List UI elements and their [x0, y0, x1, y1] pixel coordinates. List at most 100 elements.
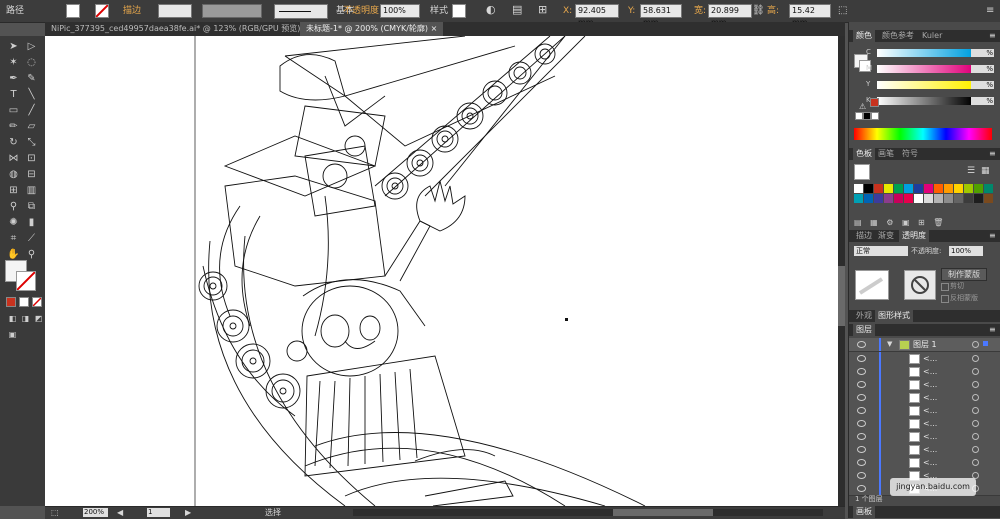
swatch-chip[interactable] — [884, 194, 893, 203]
target-circle-icon[interactable] — [972, 355, 979, 362]
close-icon[interactable]: × — [431, 24, 438, 33]
layer-row-parent[interactable]: ▼ 图层 1 — [849, 338, 1000, 352]
white-color-chip[interactable] — [871, 112, 879, 120]
sublayer-name[interactable]: <... — [923, 365, 937, 378]
width-field[interactable]: 20.899 mm — [708, 4, 752, 27]
sublayer-row[interactable]: <... — [849, 430, 1000, 444]
swatch-chip[interactable] — [924, 184, 933, 193]
blend-tool-icon[interactable]: ⧉ — [25, 200, 38, 213]
symbol-sprayer-tool-icon[interactable]: ✺ — [7, 216, 20, 229]
x-field[interactable]: 92.405 mm — [575, 4, 619, 27]
tab-color-guide[interactable]: 颜色参考 — [879, 30, 917, 42]
gradient-mode-button[interactable] — [19, 297, 29, 307]
scrollbar-thumb[interactable] — [613, 509, 713, 516]
target-circle-icon[interactable] — [972, 341, 979, 348]
disclosure-triangle-icon[interactable]: ▼ — [887, 338, 892, 351]
artboard-number-field[interactable]: 1 — [147, 508, 170, 517]
new-color-group-icon[interactable]: ▣ — [902, 218, 910, 227]
black-color-chip[interactable] — [863, 112, 871, 120]
visibility-eye-icon[interactable] — [857, 341, 866, 348]
panel-menu-icon[interactable]: ≡ — [989, 231, 996, 240]
swatch-chip[interactable] — [974, 184, 983, 193]
panel-menu-icon[interactable]: ≡ — [989, 325, 996, 334]
fill-swatch[interactable] — [66, 4, 80, 18]
lasso-tool-icon[interactable]: ◌ — [25, 56, 38, 69]
swatch-chip[interactable] — [874, 184, 883, 193]
zoom-field[interactable]: 200% — [83, 508, 108, 517]
screen-mode-icon[interactable]: ▣ — [6, 328, 19, 341]
slice-tool-icon[interactable]: ⟋ — [25, 232, 38, 245]
stroke-swatch[interactable] — [95, 4, 109, 18]
transform-icon[interactable]: ⬚ — [838, 4, 847, 18]
tab-layers[interactable]: 图层 — [853, 324, 875, 336]
clip-checkbox[interactable] — [941, 283, 949, 291]
pen-tool-icon[interactable]: ✒ — [7, 72, 20, 85]
tab-transparency[interactable]: 透明度 — [899, 230, 929, 242]
sublayer-row[interactable]: <... — [849, 404, 1000, 418]
cyan-field[interactable]: % — [971, 49, 994, 57]
color-mode-button[interactable] — [6, 297, 16, 307]
stroke-label[interactable]: 描边 — [123, 4, 141, 18]
sublayer-name[interactable]: <... — [923, 443, 937, 456]
scale-tool-icon[interactable]: ⤡ — [25, 136, 38, 149]
out-of-gamut-icon[interactable]: ⚠ — [859, 102, 866, 111]
swatch-chip[interactable] — [974, 194, 983, 203]
new-swatch-icon[interactable]: ⊞ — [918, 218, 925, 227]
scrollbar-thumb[interactable] — [838, 266, 845, 326]
type-tool-icon[interactable]: T — [7, 88, 20, 101]
visibility-eye-icon[interactable] — [857, 394, 866, 401]
target-circle-icon[interactable] — [972, 420, 979, 427]
artboard[interactable] — [45, 36, 838, 506]
swatch-chip[interactable] — [914, 194, 923, 203]
stroke-color-box[interactable] — [16, 271, 36, 291]
swatch-chip[interactable] — [924, 194, 933, 203]
invert-mask-checkbox[interactable] — [941, 295, 949, 303]
canvas-pasteboard[interactable] — [45, 36, 845, 506]
free-transform-tool-icon[interactable]: ⊡ — [25, 152, 38, 165]
align-icon[interactable]: ▤ — [512, 3, 522, 17]
visibility-eye-icon[interactable] — [857, 407, 866, 414]
tab-gradient[interactable]: 渐变 — [875, 230, 897, 242]
sublayer-name[interactable]: <... — [923, 378, 937, 391]
swatch-chip[interactable] — [874, 194, 883, 203]
target-circle-icon[interactable] — [972, 407, 979, 414]
none-mode-button[interactable] — [32, 297, 42, 307]
swatch-chip[interactable] — [884, 184, 893, 193]
pencil-tool-icon[interactable]: ✏ — [7, 120, 20, 133]
swatch-library-icon[interactable]: ▤ — [854, 218, 862, 227]
sublayer-row[interactable]: <... — [849, 352, 1000, 366]
sublayer-row[interactable]: <... — [849, 365, 1000, 379]
sublayer-name[interactable]: <... — [923, 404, 937, 417]
target-circle-icon[interactable] — [972, 459, 979, 466]
tab-document-1[interactable]: NiPic_377395_ced49957daea38fe.ai* @ 123%… — [45, 22, 316, 36]
color-spectrum-bar[interactable] — [854, 128, 992, 140]
rotate-tool-icon[interactable]: ↻ — [7, 136, 20, 149]
sublayer-name[interactable]: <... — [923, 456, 937, 469]
swatch-chip[interactable] — [864, 184, 873, 193]
visibility-eye-icon[interactable] — [857, 381, 866, 388]
direct-selection-tool-icon[interactable]: ▷ — [25, 40, 38, 53]
gamut-color-chip[interactable] — [870, 98, 879, 107]
delete-swatch-icon[interactable]: 🗑 — [933, 218, 943, 227]
yellow-field[interactable]: % — [971, 81, 994, 89]
opacity-field[interactable]: 100% — [380, 4, 420, 18]
swatch-chip[interactable] — [904, 184, 913, 193]
panel-menu-icon[interactable]: ≡ — [989, 31, 996, 40]
curvature-tool-icon[interactable]: ✎ — [25, 72, 38, 85]
swatch-chip[interactable] — [854, 194, 863, 203]
selection-indicator[interactable] — [983, 341, 988, 346]
line-tool-icon[interactable]: ╲ — [25, 88, 38, 101]
list-view-icon[interactable]: ☰ — [967, 166, 975, 176]
tab-brushes[interactable]: 画笔 — [875, 148, 897, 160]
sublayer-name[interactable]: <... — [923, 417, 937, 430]
swatch-chip[interactable] — [954, 184, 963, 193]
vertical-scrollbar[interactable] — [838, 36, 845, 506]
y-field[interactable]: 58.631 mm — [640, 4, 682, 27]
target-circle-icon[interactable] — [972, 394, 979, 401]
swatch-options-icon[interactable]: ⚙ — [886, 218, 893, 227]
none-color-chip[interactable] — [855, 112, 863, 120]
draw-inside-icon[interactable]: ◩ — [32, 312, 45, 325]
horizontal-scrollbar[interactable] — [353, 509, 823, 516]
visibility-eye-icon[interactable] — [857, 420, 866, 427]
swatch-chip[interactable] — [894, 194, 903, 203]
